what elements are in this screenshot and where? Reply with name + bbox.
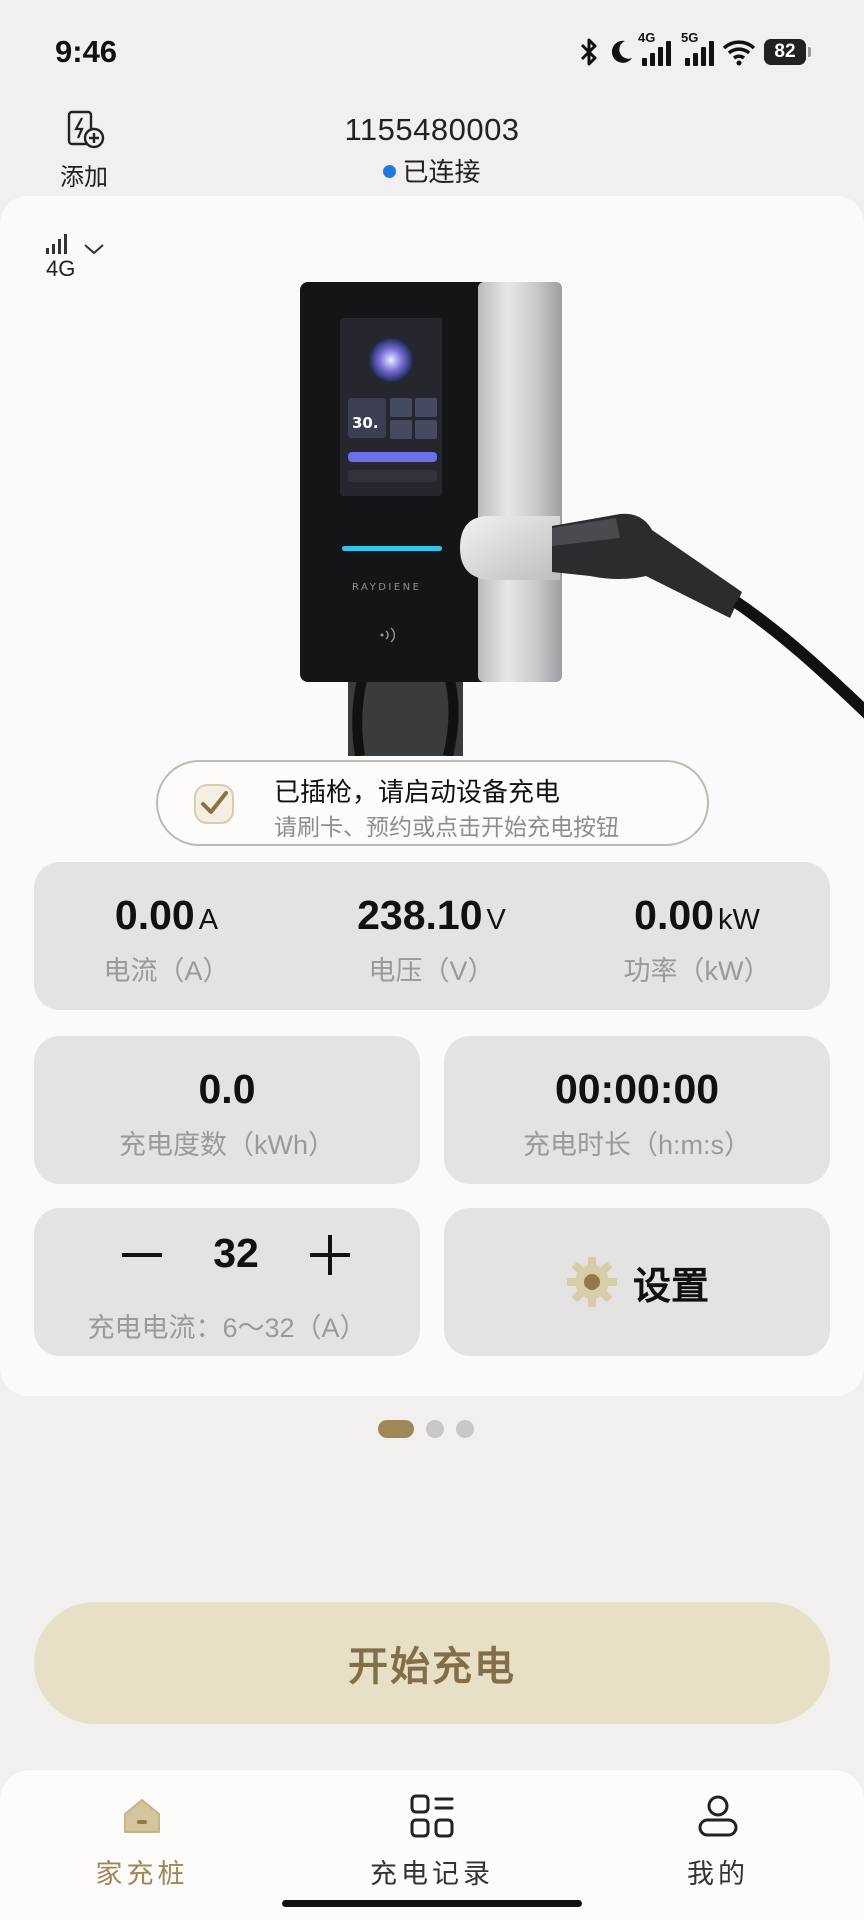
voltage-unit: V bbox=[486, 904, 506, 936]
settings-button[interactable]: 设置 bbox=[444, 1208, 830, 1356]
power-value: 0.00 bbox=[634, 892, 714, 938]
bottom-nav: 家充桩 充电记录 我的 bbox=[0, 1770, 864, 1920]
nav-profile-label: 我的 bbox=[687, 1859, 749, 1889]
gear-icon bbox=[566, 1257, 617, 1307]
connection-text: 已连接 bbox=[402, 157, 481, 187]
nav-home-label: 家充桩 bbox=[95, 1859, 189, 1889]
page-dot-1[interactable] bbox=[378, 1420, 414, 1438]
power-label: 功率（kW） bbox=[623, 956, 771, 986]
wifi-icon bbox=[722, 40, 756, 66]
decrease-current-button[interactable] bbox=[114, 1230, 170, 1280]
nav-home-charger[interactable]: 家充桩 bbox=[52, 1786, 232, 1891]
page-dot-2[interactable] bbox=[426, 1420, 444, 1438]
current-metric: 0.00 A 电流（A） bbox=[34, 892, 299, 988]
app-header: 添加 1155480003 已连接 bbox=[0, 104, 864, 196]
current-value: 0.00 bbox=[114, 892, 195, 938]
battery-icon: 82 bbox=[764, 39, 811, 65]
duration-value: 00:00:00 bbox=[554, 1066, 720, 1112]
duration-tile: 00:00:00 充电时长（h:m:s） bbox=[444, 1036, 830, 1184]
power-metric: 0.00 kW 功率（kW） bbox=[564, 892, 830, 988]
energy-label: 充电度数（kWh） bbox=[119, 1130, 335, 1160]
charger-screen-value: 30. bbox=[352, 414, 379, 432]
plug-status-title: 已插枪，请启动设备充电 bbox=[274, 777, 561, 807]
settings-label: 设置 bbox=[632, 1265, 709, 1308]
home-indicator[interactable] bbox=[282, 1900, 582, 1907]
charger-image: 30. RAYDIENE bbox=[300, 282, 864, 756]
duration-metric: 00:00:00 充电时长（h:m:s） bbox=[444, 1066, 830, 1162]
voltage-metric: 238.10 V 电压（V） bbox=[299, 892, 564, 988]
check-badge-icon bbox=[194, 784, 234, 824]
current-setting-label: 充电电流：6～32（A） bbox=[87, 1313, 367, 1343]
energy-tile: 0.0 充电度数（kWh） bbox=[34, 1036, 420, 1184]
signal-4g-icon: 4G bbox=[638, 30, 671, 66]
status-bar: 9:46 4G 5G 82 bbox=[0, 0, 864, 104]
duration-label: 充电时长（h:m:s） bbox=[522, 1130, 751, 1160]
current-setting-value: 32 bbox=[213, 1230, 259, 1276]
network-label: 4G bbox=[46, 256, 76, 281]
user-icon bbox=[698, 1795, 738, 1837]
current-unit: A bbox=[198, 904, 219, 936]
plug-status-banner: 已插枪，请启动设备充电 请刷卡、预约或点击开始充电按钮 bbox=[156, 760, 709, 846]
power-unit: kW bbox=[717, 904, 760, 936]
page-indicator bbox=[378, 1420, 474, 1438]
voltage-label: 电压（V） bbox=[368, 956, 495, 986]
bluetooth-icon bbox=[580, 38, 597, 66]
energy-metric: 0.0 充电度数（kWh） bbox=[34, 1066, 420, 1162]
current-label: 电流（A） bbox=[103, 956, 230, 986]
network-selector[interactable]: 4G bbox=[46, 232, 110, 288]
realtime-metrics-tile: 0.00 A 电流（A） 238.10 V 电压（V） 0.00 kW 功率（kW） bbox=[34, 862, 830, 1010]
page-dot-3[interactable] bbox=[456, 1420, 474, 1438]
nav-charging-records[interactable]: 充电记录 bbox=[342, 1786, 522, 1891]
device-id[interactable]: 1155480003 bbox=[0, 112, 864, 148]
status-icons: 4G 5G 82 bbox=[578, 30, 811, 72]
start-charging-button[interactable]: 开始充电 bbox=[34, 1602, 830, 1724]
moon-icon bbox=[611, 40, 632, 63]
nav-profile[interactable]: 我的 bbox=[628, 1786, 808, 1891]
chevron-down-icon bbox=[84, 244, 104, 255]
nav-records-label: 充电记录 bbox=[370, 1859, 494, 1889]
voltage-value: 238.10 bbox=[357, 892, 483, 938]
increase-current-button[interactable] bbox=[302, 1230, 358, 1280]
start-charging-label: 开始充电 bbox=[348, 1645, 516, 1689]
current-stepper: 32 bbox=[34, 1230, 420, 1280]
clock: 9:46 bbox=[55, 34, 118, 69]
records-grid-icon bbox=[410, 1794, 454, 1838]
home-icon bbox=[124, 1799, 160, 1833]
connection-status: 已连接 bbox=[0, 152, 864, 189]
signal-5g-icon: 5G bbox=[681, 30, 714, 66]
plug-status-subtitle: 请刷卡、预约或点击开始充电按钮 bbox=[274, 814, 619, 840]
current-setting-tile: 32 充电电流：6～32（A） bbox=[34, 1208, 420, 1356]
charger-brand: RAYDIENE bbox=[352, 582, 421, 593]
connection-dot bbox=[383, 165, 397, 178]
energy-value: 0.0 bbox=[198, 1066, 256, 1112]
